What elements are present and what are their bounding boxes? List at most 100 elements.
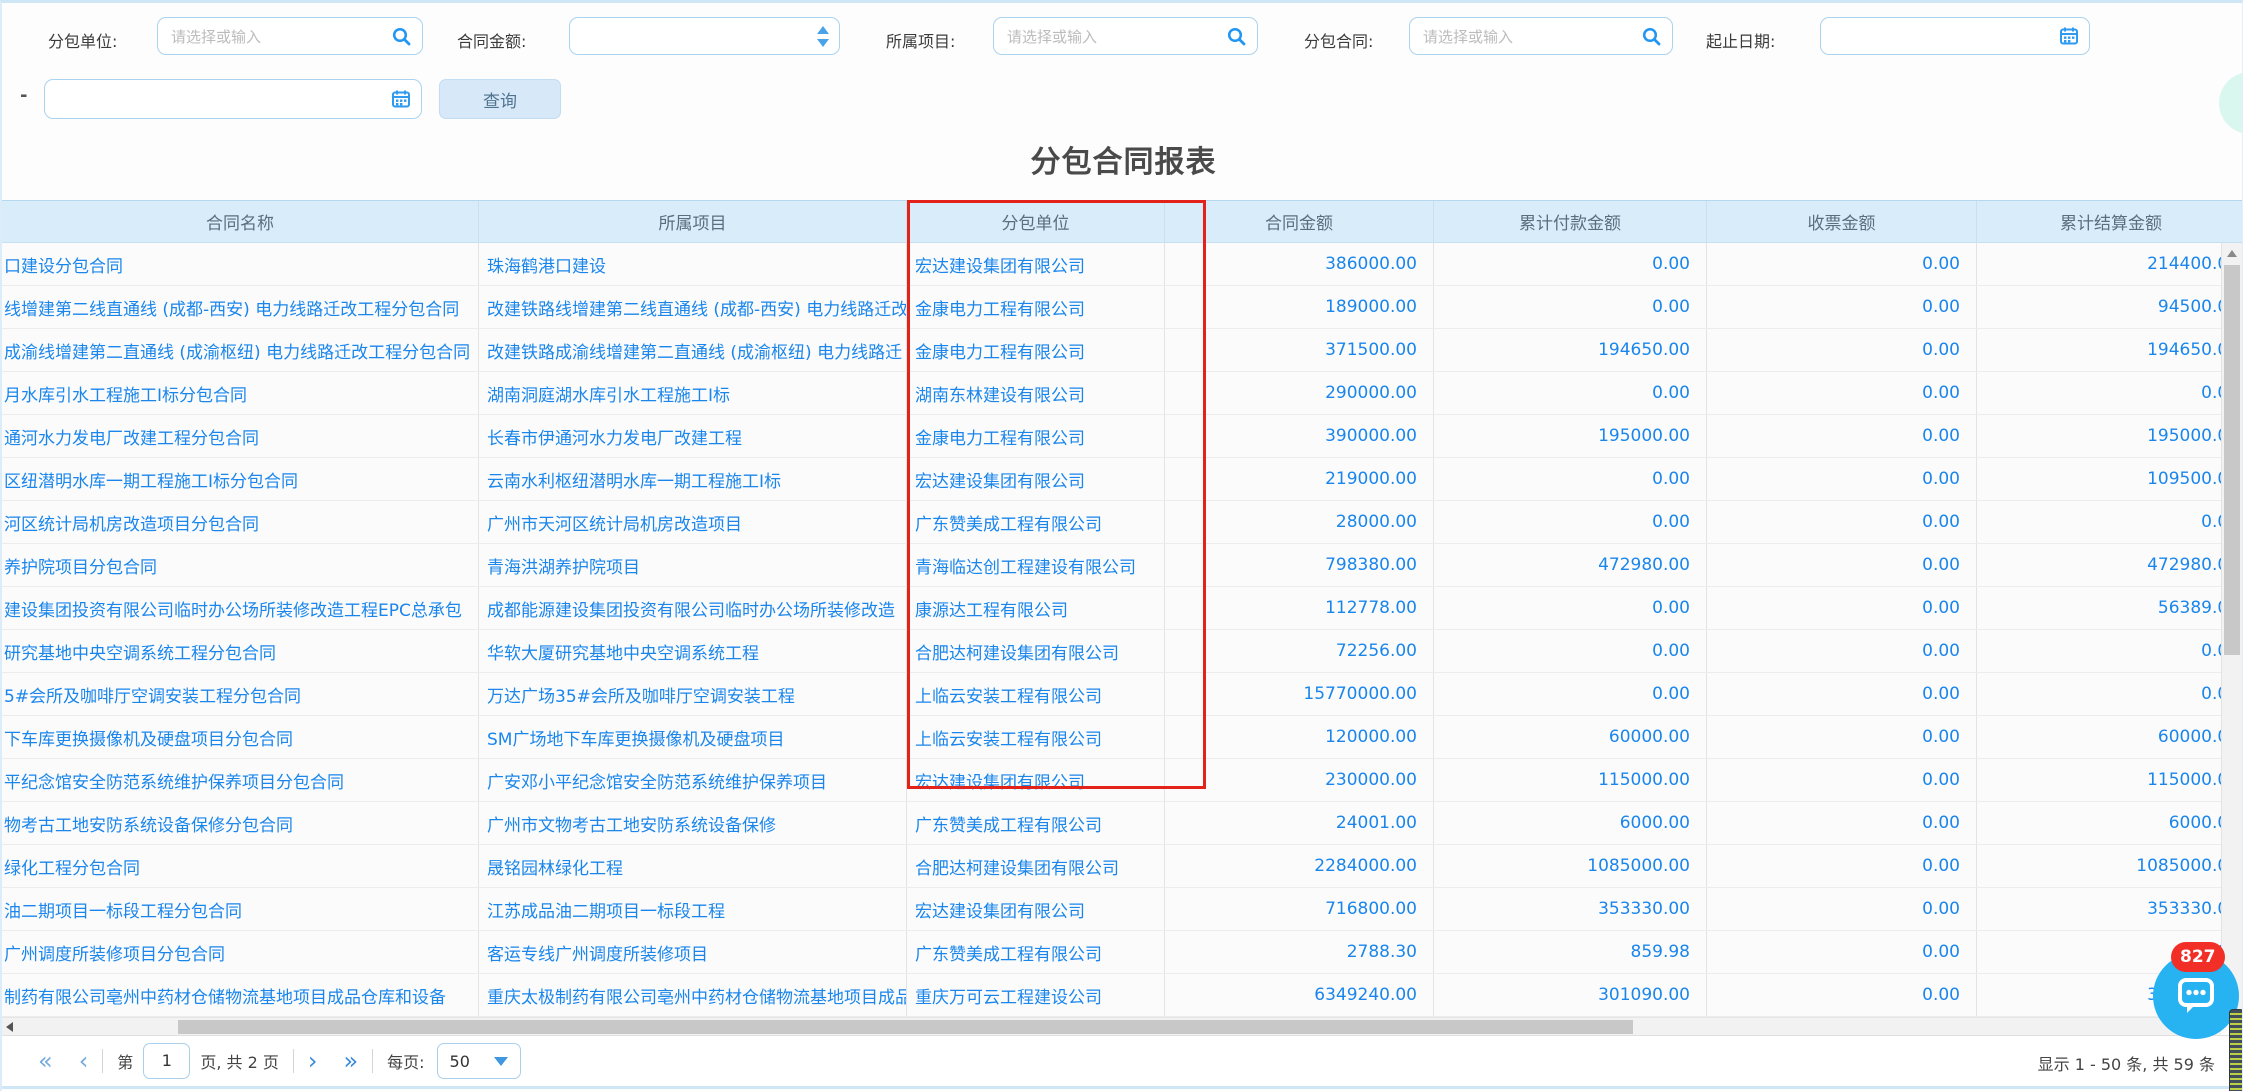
report-table: 合同名称 所属项目 分包单位 合同金额 累计付款金额 收票金额 累计结算金额 口…	[2, 200, 2243, 1017]
cell-invoice-amount: 0.00	[1707, 931, 1977, 973]
calendar-icon[interactable]	[2059, 26, 2079, 46]
table-row: 物考古工地安防系统设备保修分包合同广州市文物考古工地安防系统设备保修广东赞美成工…	[2, 802, 2243, 845]
filter-bar: 分包单位: 请选择或输入 合同金额: 所属项目: 请选择或输入 分包合同: 请选…	[2, 3, 2243, 137]
table-row: 口建设分包合同珠海鹤港口建设宏达建设集团有限公司386000.000.000.0…	[2, 243, 2243, 286]
divider	[293, 1049, 294, 1073]
search-icon[interactable]	[391, 26, 412, 47]
next-page-button[interactable]: ›	[308, 1049, 318, 1073]
cell-contract-name[interactable]: 下车库更换摄像机及硬盘项目分包合同	[2, 716, 479, 758]
cell-invoice-amount: 0.00	[1707, 845, 1977, 887]
subcontract-unit-placeholder: 请选择或输入	[171, 26, 391, 47]
cell-subcontractor: 宏达建设集团有限公司	[907, 888, 1165, 930]
cell-subcontractor: 宏达建设集团有限公司	[907, 458, 1165, 500]
cell-contract-amount: 120000.00	[1165, 716, 1434, 758]
cell-invoice-amount: 0.00	[1707, 329, 1977, 371]
contract-amount-label: 合同金额:	[457, 28, 526, 52]
stepper-down-icon[interactable]	[817, 39, 829, 47]
cell-contract-amount: 28000.00	[1165, 501, 1434, 543]
table-row: 绿化工程分包合同晟铭园林绿化工程合肥达柯建设集团有限公司2284000.0010…	[2, 845, 2243, 888]
date-from-input[interactable]	[1820, 17, 2090, 55]
corner-widget	[2229, 1009, 2243, 1091]
cell-contract-name[interactable]: 河区统计局机房改造项目分包合同	[2, 501, 479, 543]
cell-contract-name[interactable]: 油二期项目一标段工程分包合同	[2, 888, 479, 930]
contract-amount-input[interactable]	[569, 17, 840, 55]
cell-subcontractor: 宏达建设集团有限公司	[907, 243, 1165, 285]
cell-invoice-amount: 0.00	[1707, 759, 1977, 801]
cell-project: 广州市文物考古工地安防系统设备保修	[479, 802, 907, 844]
cell-paid-amount: 0.00	[1434, 630, 1707, 672]
vertical-scrollbar[interactable]	[2221, 243, 2242, 1017]
number-stepper[interactable]	[817, 26, 829, 47]
col-header-settled-amount: 累计结算金额	[1977, 201, 2243, 242]
table-row: 线增建第二线直通线 (成都-西安) 电力线路迁改工程分包合同改建铁路线增建第二线…	[2, 286, 2243, 329]
calendar-icon[interactable]	[391, 89, 411, 109]
cell-paid-amount: 1085000.00	[1434, 845, 1707, 887]
table-row: 通河水力发电厂改建工程分包合同长春市伊通河水力发电厂改建工程金康电力工程有限公司…	[2, 415, 2243, 458]
cell-subcontractor: 湖南东林建设有限公司	[907, 372, 1165, 414]
cell-invoice-amount: 0.00	[1707, 630, 1977, 672]
query-button[interactable]: 查询	[439, 79, 561, 119]
cell-contract-amount: 15770000.00	[1165, 673, 1434, 715]
cell-subcontractor: 合肥达柯建设集团有限公司	[907, 845, 1165, 887]
table-row: 5#会所及咖啡厅空调安装工程分包合同万达广场35#会所及咖啡厅空调安装工程上临云…	[2, 673, 2243, 716]
cell-project: 华软大厦研究基地中央空调系统工程	[479, 630, 907, 672]
table-row: 下车库更换摄像机及硬盘项目分包合同SM广场地下车库更换摄像机及硬盘项目上临云安装…	[2, 716, 2243, 759]
per-page-select[interactable]: 50	[437, 1043, 521, 1079]
horizontal-scrollbar[interactable]	[2, 1017, 2221, 1035]
subcontract-input[interactable]: 请选择或输入	[1409, 17, 1673, 55]
cell-invoice-amount: 0.00	[1707, 544, 1977, 586]
cell-settled-amount: 353330.00	[1977, 888, 2243, 930]
cell-contract-name[interactable]: 绿化工程分包合同	[2, 845, 479, 887]
cell-invoice-amount: 0.00	[1707, 802, 1977, 844]
cell-contract-name[interactable]: 区纽潜明水库一期工程施工I标分包合同	[2, 458, 479, 500]
cell-subcontractor: 宏达建设集团有限公司	[907, 759, 1165, 801]
cell-subcontractor: 广东赞美成工程有限公司	[907, 802, 1165, 844]
cell-contract-name[interactable]: 养护院项目分包合同	[2, 544, 479, 586]
cell-settled-amount: 6000.00	[1977, 802, 2243, 844]
cell-project: 广州市天河区统计局机房改造项目	[479, 501, 907, 543]
cell-project: 客运专线广州调度所装修项目	[479, 931, 907, 973]
project-input[interactable]: 请选择或输入	[993, 17, 1258, 55]
stepper-up-icon[interactable]	[817, 26, 829, 34]
search-icon[interactable]	[1641, 26, 1662, 47]
date-to-input[interactable]	[44, 79, 422, 119]
cell-contract-name[interactable]: 通河水力发电厂改建工程分包合同	[2, 415, 479, 457]
cell-contract-name[interactable]: 月水库引水工程施工I标分包合同	[2, 372, 479, 414]
vertical-scrollbar-thumb[interactable]	[2224, 265, 2240, 655]
page-number-input[interactable]: 1	[143, 1043, 190, 1079]
cell-paid-amount: 6000.00	[1434, 802, 1707, 844]
per-page-value: 50	[450, 1052, 494, 1071]
table-row: 河区统计局机房改造项目分包合同广州市天河区统计局机房改造项目广东赞美成工程有限公…	[2, 501, 2243, 544]
cell-contract-name[interactable]: 制药有限公司亳州中药材仓储物流基地项目成品仓库和设备	[2, 974, 479, 1016]
subcontract-unit-input[interactable]: 请选择或输入	[157, 17, 423, 55]
cell-contract-name[interactable]: 广州调度所装修项目分包合同	[2, 931, 479, 973]
table-row: 平纪念馆安全防范系统维护保养项目分包合同广安邓小平纪念馆安全防范系统维护保养项目…	[2, 759, 2243, 802]
cell-contract-name[interactable]: 5#会所及咖啡厅空调安装工程分包合同	[2, 673, 479, 715]
cell-subcontractor: 金康电力工程有限公司	[907, 415, 1165, 457]
cell-contract-name[interactable]: 成渝线增建第二直通线 (成渝枢纽) 电力线路迁改工程分包合同	[2, 329, 479, 371]
cell-contract-amount: 24001.00	[1165, 802, 1434, 844]
cell-contract-name[interactable]: 口建设分包合同	[2, 243, 479, 285]
horizontal-scrollbar-thumb[interactable]	[178, 1020, 1633, 1034]
cell-paid-amount: 353330.00	[1434, 888, 1707, 930]
table-row: 油二期项目一标段工程分包合同江苏成品油二期项目一标段工程宏达建设集团有限公司71…	[2, 888, 2243, 931]
cell-project: 长春市伊通河水力发电厂改建工程	[479, 415, 907, 457]
prev-page-button[interactable]: ‹	[79, 1049, 89, 1073]
page-label-before: 第	[117, 1049, 133, 1073]
cell-contract-name[interactable]: 建设集团投资有限公司临时办公场所装修改造工程EPC总承包	[2, 587, 479, 629]
cell-contract-name[interactable]: 物考古工地安防系统设备保修分包合同	[2, 802, 479, 844]
cell-contract-name[interactable]: 研究基地中央空调系统工程分包合同	[2, 630, 479, 672]
cell-contract-name[interactable]: 平纪念馆安全防范系统维护保养项目分包合同	[2, 759, 479, 801]
scroll-up-icon[interactable]	[2222, 245, 2242, 261]
table-row: 成渝线增建第二直通线 (成渝枢纽) 电力线路迁改工程分包合同改建铁路成渝线增建第…	[2, 329, 2243, 372]
cell-paid-amount: 194650.00	[1434, 329, 1707, 371]
cell-contract-name[interactable]: 线增建第二线直通线 (成都-西安) 电力线路迁改工程分包合同	[2, 286, 479, 328]
divider	[102, 1049, 103, 1073]
first-page-button[interactable]: «	[38, 1049, 53, 1073]
cell-contract-amount: 2788.30	[1165, 931, 1434, 973]
cell-subcontractor: 青海临达创工程建设有限公司	[907, 544, 1165, 586]
last-page-button[interactable]: »	[343, 1049, 358, 1073]
scroll-left-icon[interactable]	[6, 1022, 13, 1032]
report-page: 分包单位: 请选择或输入 合同金额: 所属项目: 请选择或输入 分包合同: 请选…	[0, 0, 2243, 1091]
search-icon[interactable]	[1226, 26, 1247, 47]
